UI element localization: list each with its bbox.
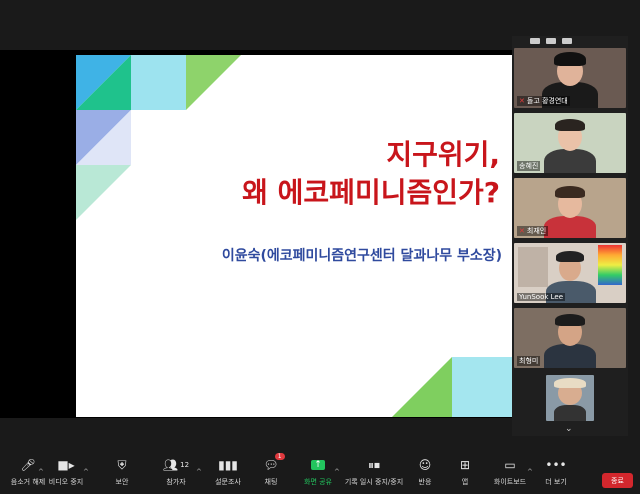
participant-name: 최형미 [519, 357, 539, 365]
pause-stop-icon: ⏸⏹ [367, 457, 380, 472]
muted-mic-icon: ✕ [519, 227, 525, 235]
slide-decor-bottom-right [392, 357, 512, 417]
chevron-up-icon[interactable]: ^ [334, 468, 340, 476]
view-toggle-icon[interactable] [546, 38, 556, 44]
participant-tile[interactable]: ✕ 돌고 황경연대 [514, 48, 626, 108]
participant-tile[interactable]: ✕ 최재인 [514, 178, 626, 238]
security-button[interactable]: ⛨ 보안 [94, 456, 150, 487]
muted-mic-icon: 🎤︎ [20, 458, 36, 472]
participant-name: 최재인 [526, 227, 547, 235]
apps-icon: ⊞ [459, 458, 471, 472]
participant-tile[interactable]: 송혜진 [514, 113, 626, 173]
participant-name: 돌고 황경연대 [526, 97, 568, 105]
bar-chart-icon: ▮▮▮ [218, 458, 238, 472]
presentation-slide: 지구위기, 왜 에코페미니즘인가? 이윤숙(에코페미니즘연구센터 달과나무 부소… [76, 55, 512, 417]
minimize-icon[interactable] [530, 38, 540, 44]
share-screen-icon: ↑ [311, 456, 325, 474]
end-meeting-button[interactable]: 종료 [602, 473, 633, 488]
grid-icon[interactable] [562, 38, 572, 44]
chevron-up-icon[interactable]: ^ [83, 468, 89, 476]
participant-tile[interactable] [546, 375, 594, 421]
strip-view-controls[interactable] [530, 38, 572, 48]
participant-tile[interactable]: 최형미 [514, 308, 626, 368]
more-dots-icon: ••• [545, 458, 567, 472]
chevron-down-icon[interactable]: ⌄ [565, 424, 573, 434]
slide-decor-top-left [76, 55, 241, 220]
participant-name: YunSook Lee [519, 293, 564, 301]
smiley-icon: ☺ [418, 458, 432, 472]
participant-name: 송혜진 [519, 162, 539, 170]
video-camera-icon: ■▸ [57, 458, 75, 472]
muted-mic-icon: ✕ [519, 97, 525, 105]
chat-badge: 1 [274, 453, 285, 460]
pause-stop-recording-button[interactable]: ⏸⏹ 기록 일시 중지/중지 [345, 456, 403, 487]
participant-tile[interactable]: YunSook Lee [514, 243, 626, 303]
whiteboard-icon: ▭ [504, 458, 516, 472]
more-button[interactable]: ••• 더 보기 [528, 456, 584, 487]
people-icon: 👥︎ [162, 458, 179, 472]
participants-count: 12 [180, 461, 190, 469]
chat-bubble-icon: 💬︎ [263, 458, 279, 472]
slide-presenter: 이윤숙(에코페미니즘연구센터 달과나무 부소장) [221, 248, 502, 264]
slide-title-line-1: 지구위기, [386, 138, 500, 171]
shield-icon: ⛨ [117, 457, 127, 472]
slide-title-line-2: 왜 에코페미니즘인가? [242, 176, 500, 209]
